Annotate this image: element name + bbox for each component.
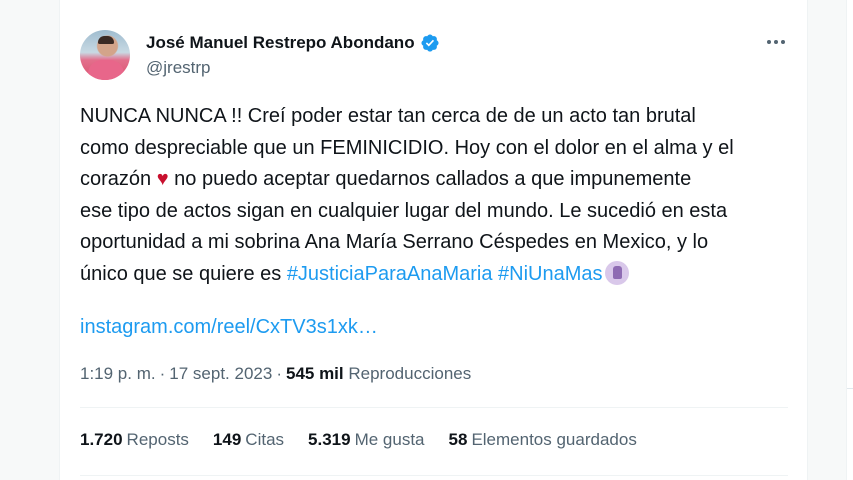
author-display-name[interactable]: José Manuel Restrepo Abondano	[146, 33, 415, 53]
divider	[80, 475, 788, 476]
bookmarks-stat[interactable]: 58 Elementos guardados	[449, 430, 637, 450]
tweet-line-part: corazón	[80, 168, 152, 190]
tweet-line-part: no puedo aceptar quedarnos callados a qu…	[174, 168, 692, 190]
tweet-line: NUNCA NUNCA !! Creí poder estar tan cerc…	[80, 105, 696, 127]
tweet-line: único que se quiere es #JusticiaParaAnaM…	[80, 259, 800, 291]
likes-label: Me gusta	[354, 430, 425, 449]
raised-fist-emoji-icon	[604, 260, 629, 285]
tweet-line: ese tipo de actos sigan en cualquier lug…	[80, 199, 728, 222]
likes-count: 5.319	[308, 430, 351, 449]
tweet-line-part: único que se quiere es	[80, 262, 282, 285]
views-count: 545 mil	[285, 364, 344, 383]
tweet-line: como despreciable que un FEMINICIDIO. Ho…	[80, 136, 734, 159]
bookmarks-count: 58	[448, 430, 468, 449]
hashtag-link[interactable]: #JusticiaParaAnaMaria	[287, 263, 493, 285]
tweet-time[interactable]: 1:19 p. m.	[80, 364, 156, 384]
reposts-count: 1.720	[80, 430, 123, 449]
hashtag-link[interactable]: #NiUnaMas	[498, 263, 602, 285]
avatar-hair	[98, 36, 114, 44]
author-name-row[interactable]: José Manuel Restrepo Abondano	[146, 32, 440, 54]
tweet-line: corazón ♥ no puedo aceptar quedarnos cal…	[80, 164, 800, 196]
instagram-link[interactable]: instagram.com/reel/CxTV3s1xk…	[80, 316, 378, 339]
likes-stat[interactable]: 5.319 Me gusta	[308, 430, 424, 450]
more-options-icon[interactable]	[763, 32, 789, 52]
meta-separator: ·	[159, 364, 166, 383]
sidebar-card-edge	[847, 388, 853, 480]
quotes-count: 149	[212, 430, 242, 449]
author-handle[interactable]: @jrestrp	[146, 58, 211, 78]
verified-badge-icon	[421, 34, 439, 52]
quotes-stat[interactable]: 149 Citas	[213, 430, 284, 450]
heart-emoji-icon: ♥	[156, 168, 169, 190]
tweet-text: NUNCA NUNCA !! Creí poder estar tan cerc…	[80, 101, 800, 290]
views-label: Reproducciones	[348, 364, 472, 383]
tweet-meta: 1:19 p. m. · 17 sept. 2023 · 545 mil Rep…	[80, 364, 471, 384]
engagement-stats: 1.720 Reposts 149 Citas 5.319 Me gusta 58 El…	[80, 430, 661, 450]
meta-separator: ·	[276, 364, 282, 383]
reposts-stat[interactable]: 1.720 Reposts	[80, 430, 189, 450]
quotes-label: Citas	[245, 430, 285, 449]
avatar[interactable]	[80, 30, 130, 80]
tweet-line: oportunidad a mi sobrina Ana María Serra…	[80, 231, 709, 253]
avatar-shirt	[88, 60, 124, 80]
right-sidebar-edge	[846, 0, 853, 480]
divider	[80, 407, 788, 408]
bookmarks-label: Elementos guardados	[471, 430, 637, 449]
reposts-label: Reposts	[126, 430, 189, 449]
tweet-date[interactable]: 17 sept. 2023	[169, 364, 272, 384]
